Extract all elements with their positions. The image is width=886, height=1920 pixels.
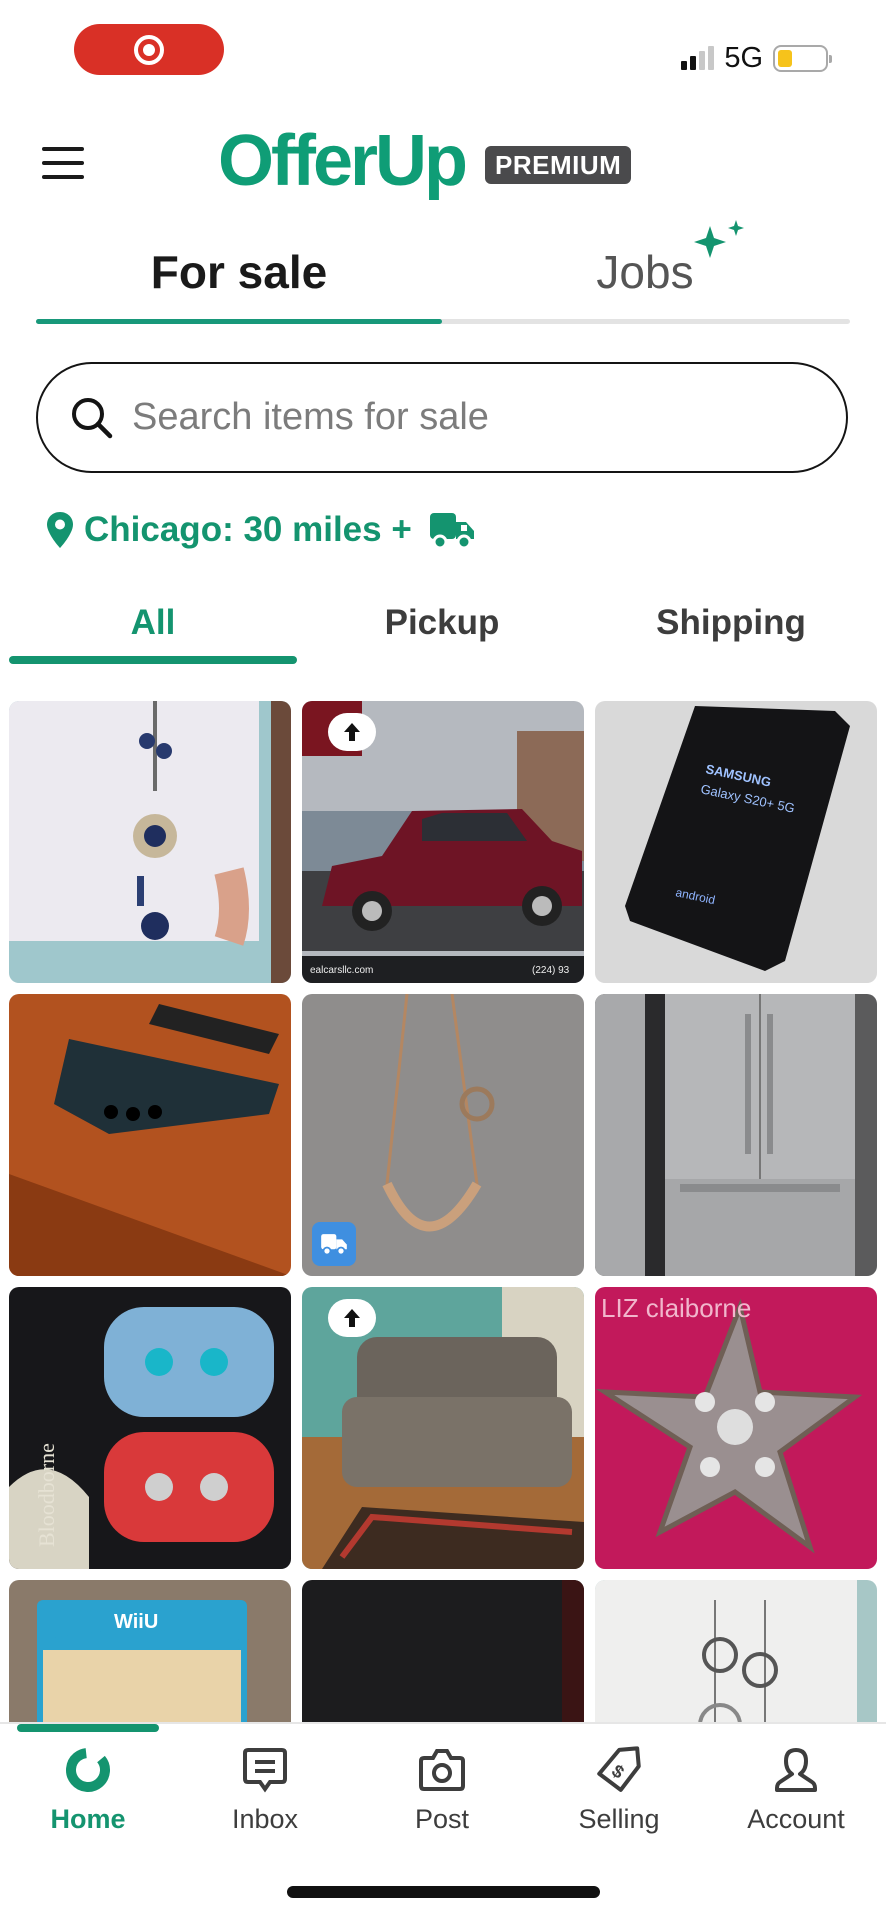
nav-account[interactable]: Account [716,1746,876,1835]
listing-image: SAMSUNG Galaxy S20+ 5G android [595,701,877,983]
nav-selling[interactable]: $ Selling [539,1746,699,1835]
arrow-up-icon [344,1309,360,1327]
nav-inbox[interactable]: Inbox [185,1746,345,1835]
hamburger-menu-icon[interactable] [42,147,84,179]
nav-active-indicator [17,1724,159,1732]
price-tag-icon: $ [597,1746,641,1792]
camera-icon [419,1749,465,1791]
shipping-truck-icon [429,513,474,550]
listing-image [9,701,291,983]
arrow-up-icon [344,723,360,741]
dealer-caption-left: ealcarsllc.com [310,965,373,976]
listing-tile[interactable]: ealcarsllc.com (224) 93 [302,701,584,983]
listing-tile[interactable]: Bloodborne [9,1287,291,1569]
record-icon [134,34,164,65]
home-icon [66,1748,110,1792]
location-label: Chicago: 30 miles + [84,510,412,549]
inbox-icon [243,1748,287,1793]
shipping-badge [312,1222,356,1266]
battery-icon [773,44,832,72]
svg-text:LIZ claiborne: LIZ claiborne [601,1293,751,1323]
listing-image [9,994,291,1276]
search-input[interactable] [132,396,752,439]
filter-tab-shipping[interactable]: Shipping [586,603,876,643]
nav-selling-label: Selling [578,1804,660,1834]
listing-tile[interactable] [9,994,291,1276]
location-filter[interactable]: Chicago: 30 miles + [46,508,476,552]
nav-inbox-label: Inbox [231,1804,299,1834]
signal-strength-icon [681,46,715,70]
filter-tab-all[interactable]: All [8,603,298,643]
offerup-logo: OfferUp [218,121,468,201]
nav-post-label: Post [414,1804,470,1834]
nav-post[interactable]: Post [362,1746,522,1835]
screen-recording-indicator[interactable] [74,24,224,75]
svg-text:WiiU: WiiU [114,1611,158,1633]
promoted-badge [328,1299,376,1337]
home-indicator[interactable] [287,1886,600,1898]
listing-tile[interactable] [302,1287,584,1569]
promoted-badge [328,713,376,751]
shipping-truck-icon [321,1234,347,1256]
filter-tab-indicator [9,656,297,664]
sparkle-icon [694,220,744,258]
nav-account-label: Account [747,1804,845,1834]
listing-tile[interactable]: LIZ claiborne [595,1287,877,1569]
main-tab-indicator-track [36,319,850,324]
search-bar[interactable] [36,362,848,473]
listing-image [595,994,877,1276]
search-icon [72,397,113,438]
nav-home-label: Home [50,1804,126,1834]
dealer-caption-right: (224) 93 [532,965,570,976]
svg-text:Bloodborne: Bloodborne [34,1443,59,1547]
svg-text:$: $ [608,1761,628,1783]
listing-tile[interactable] [9,701,291,983]
listings-grid: ealcarsllc.com (224) 93 SAMSUNG Galaxy S… [9,701,877,1862]
listing-tile[interactable]: SAMSUNG Galaxy S20+ 5G android [595,701,877,983]
premium-badge: PREMIUM [485,146,632,184]
listing-image: LIZ claiborne [595,1287,877,1569]
map-pin-icon [47,512,73,548]
account-icon [775,1748,817,1792]
tab-jobs[interactable]: Jobs [442,245,848,299]
network-type: 5G [724,41,763,74]
main-tab-indicator [36,319,442,324]
listing-image: Bloodborne [9,1287,291,1569]
listing-tile[interactable] [595,994,877,1276]
status-bar-right: 5G [681,40,832,76]
listing-tile[interactable] [302,994,584,1276]
tab-for-sale[interactable]: For sale [36,245,442,299]
filter-tab-pickup[interactable]: Pickup [297,603,587,643]
nav-home[interactable]: Home [8,1746,168,1835]
